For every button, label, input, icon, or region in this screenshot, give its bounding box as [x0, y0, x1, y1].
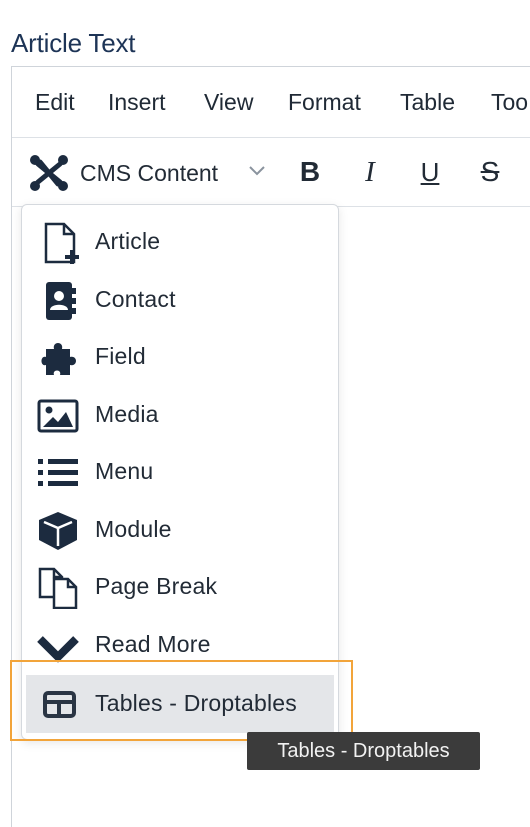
dropdown-item-media[interactable]: Media — [26, 388, 334, 442]
dropdown-item-label: Menu — [95, 458, 154, 484]
chevron-down-icon — [248, 164, 266, 182]
cms-content-label: CMS Content — [80, 160, 219, 186]
bold-button[interactable]: B — [292, 154, 328, 190]
field-label: Article Text — [11, 28, 136, 58]
highlight-outline — [10, 660, 353, 741]
italic-button[interactable]: I — [352, 154, 388, 190]
joomla-logo-icon — [28, 152, 70, 199]
file-plus-icon — [36, 222, 80, 264]
dropdown-item-article[interactable]: Article — [26, 215, 334, 269]
dropdown-item-contact[interactable]: Contact — [26, 273, 334, 327]
cms-content-button[interactable]: CMS Content — [26, 150, 272, 194]
dropdown-item-label: Article — [95, 228, 161, 254]
dropdown-item-label: Page Break — [95, 573, 218, 599]
editor-menubar: Edit Insert View Format Table Too — [12, 67, 530, 138]
copy-pages-icon — [36, 567, 80, 610]
strikethrough-button[interactable]: S — [472, 154, 508, 190]
tooltip: Tables - Droptables — [247, 732, 480, 770]
dropdown-item-label: Field — [95, 343, 146, 369]
menu-insert[interactable]: Insert — [108, 89, 166, 116]
dropdown-item-label: Module — [95, 516, 172, 542]
cube-icon — [36, 510, 80, 552]
contact-book-icon — [36, 280, 80, 322]
menu-tools[interactable]: Too — [491, 89, 528, 116]
dropdown-item-field[interactable]: Field — [26, 330, 334, 384]
dropdown-item-module[interactable]: Module — [26, 503, 334, 557]
image-icon — [36, 395, 80, 437]
list-icon — [36, 452, 80, 494]
dropdown-item-label: Media — [95, 401, 159, 427]
dropdown-item-page-break[interactable]: Page Break — [26, 560, 334, 614]
menu-view[interactable]: View — [204, 89, 253, 116]
puzzle-piece-icon — [36, 337, 80, 379]
dropdown-item-menu[interactable]: Menu — [26, 445, 334, 499]
editor-toolbar: CMS Content B I U S — [12, 138, 530, 207]
dropdown-item-label: Contact — [95, 286, 176, 312]
menu-table[interactable]: Table — [400, 89, 455, 116]
underline-button[interactable]: U — [412, 154, 448, 190]
dropdown-item-label: Read More — [95, 631, 211, 657]
menu-format[interactable]: Format — [288, 89, 361, 116]
menu-edit[interactable]: Edit — [35, 89, 75, 116]
